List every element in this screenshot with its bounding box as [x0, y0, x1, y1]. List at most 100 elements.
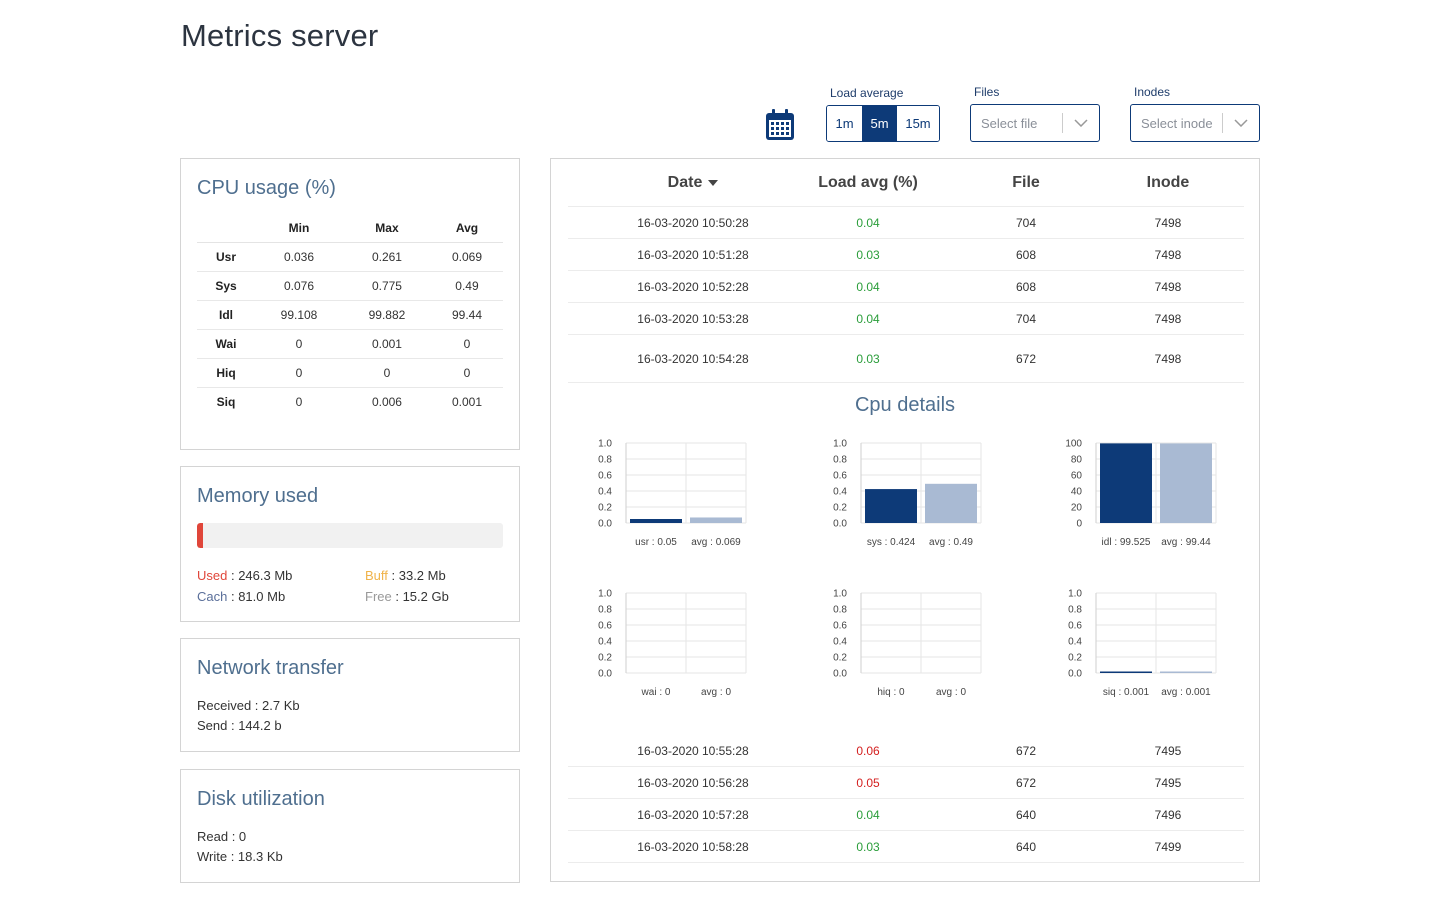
- y-tick-label: 1.0: [833, 439, 847, 450]
- table-row[interactable]: 16-03-2020 10:53:28 0.04 704 7498: [568, 303, 1244, 335]
- avg-cell: 0.49: [430, 271, 503, 301]
- used-value: 246.3 Mb: [238, 568, 293, 583]
- y-tick-label: 0.8: [598, 605, 612, 616]
- inode-cell: 7498: [1154, 351, 1182, 366]
- chevron-down-icon: [1223, 119, 1259, 127]
- file-column-header[interactable]: File: [951, 159, 1101, 207]
- y-tick-label: 0.6: [1068, 621, 1082, 632]
- y-tick-label: 1.0: [598, 439, 612, 450]
- inode-cell: 7495: [1154, 743, 1182, 758]
- y-tick-label: 80: [1071, 455, 1083, 466]
- metrics-table-panel: Date Load avg (%) File Inode 16-03-2020 …: [550, 158, 1260, 882]
- bar-label: sys : 0.424: [867, 537, 916, 547]
- y-tick-label: 0.2: [833, 653, 847, 664]
- bar-label: siq : 0.001: [1103, 687, 1150, 697]
- max-cell: 0.775: [342, 271, 431, 301]
- y-tick-label: 1.0: [1068, 589, 1082, 600]
- max-cell: 0: [342, 358, 431, 388]
- inode-cell: 7495: [1154, 775, 1182, 790]
- y-tick-label: 0.8: [598, 455, 612, 466]
- y-tick-label: 0.6: [598, 471, 612, 482]
- table-header: Date Load avg (%) File Inode: [568, 159, 1244, 207]
- chevron-down-icon: [1063, 119, 1099, 127]
- load-cell: 0.03: [856, 351, 880, 366]
- table-row: Idl 99.108 99.882 99.44: [197, 300, 503, 330]
- network-received: Received : 2.7 Kb: [197, 698, 300, 713]
- table-row[interactable]: 16-03-2020 10:58:28 0.03 640 7499: [568, 831, 1244, 863]
- table-row: Hiq 0 0 0: [197, 358, 503, 388]
- row-header: Hiq: [197, 358, 255, 388]
- load-cell: 0.06: [856, 743, 880, 758]
- y-tick-label: 0.4: [598, 637, 612, 648]
- file-cell: 672: [1015, 775, 1037, 790]
- max-cell: 0.261: [342, 242, 431, 272]
- y-tick-label: 0.8: [1068, 605, 1082, 616]
- date-header-label: Date: [667, 174, 703, 191]
- current-value-bar: [1100, 671, 1152, 673]
- memory-free: Free : 15.2 Gb: [365, 589, 449, 604]
- file-cell: 704: [1015, 311, 1037, 326]
- inode-select[interactable]: Select inode: [1130, 104, 1260, 142]
- average-value-bar: [690, 517, 742, 523]
- inode-cell: 7498: [1154, 279, 1182, 294]
- y-tick-label: 40: [1071, 487, 1083, 498]
- y-tick-label: 0.4: [1068, 637, 1082, 648]
- y-tick-label: 0.4: [833, 487, 847, 498]
- current-value-bar: [630, 519, 682, 523]
- min-header: Min: [255, 215, 343, 243]
- table-row[interactable]: 16-03-2020 10:55:28 0.06 672 7495: [568, 735, 1244, 767]
- page-title: Metrics server: [181, 18, 379, 53]
- y-tick-label: 1.0: [833, 589, 847, 600]
- y-tick-label: 100: [1065, 439, 1082, 450]
- load-column-header[interactable]: Load avg (%): [768, 159, 968, 207]
- used-label: Used: [197, 568, 228, 583]
- table-row[interactable]: 16-03-2020 10:51:28 0.03 608 7498: [568, 239, 1244, 271]
- y-tick-label: 0.6: [598, 621, 612, 632]
- load-cell: 0.03: [856, 839, 880, 854]
- load-cell: 0.05: [856, 775, 880, 790]
- table-row: Usr 0.036 0.261 0.069: [197, 242, 503, 272]
- min-cell: 0: [295, 394, 303, 409]
- buff-value: 33.2 Mb: [398, 568, 446, 583]
- inode-cell: 7498: [1154, 311, 1182, 326]
- inode-column-header[interactable]: Inode: [1093, 159, 1243, 207]
- y-tick-label: 0.4: [598, 487, 612, 498]
- avg-cell: 0: [430, 358, 503, 388]
- table-row: Siq 0 0.006 0.001: [197, 387, 503, 416]
- load-cell: 0.04: [856, 215, 880, 230]
- y-tick-label: 0.6: [833, 621, 847, 632]
- row-header: Usr: [197, 242, 255, 272]
- load-15m-button[interactable]: 15m: [897, 106, 939, 141]
- current-value-bar: [1100, 443, 1152, 523]
- y-tick-label: 20: [1071, 503, 1083, 514]
- load-5m-button[interactable]: 5m: [862, 106, 897, 141]
- min-cell: 99.108: [255, 300, 343, 330]
- table-row[interactable]: 16-03-2020 10:56:28 0.05 672 7495: [568, 767, 1244, 799]
- y-tick-label: 1.0: [598, 589, 612, 600]
- inode-cell: 7499: [1154, 839, 1182, 854]
- table-row[interactable]: 16-03-2020 10:50:28 0.04 704 7498: [568, 207, 1244, 239]
- load-1m-button[interactable]: 1m: [827, 106, 862, 141]
- file-cell: 672: [1015, 351, 1037, 366]
- file-cell: 672: [1015, 743, 1037, 758]
- avg-cell: 0.001: [451, 394, 482, 409]
- network-send: Send : 144.2 b: [197, 718, 282, 733]
- calendar-icon[interactable]: [764, 108, 796, 142]
- avg-cell: 0.069: [430, 242, 503, 272]
- file-select[interactable]: Select file: [970, 104, 1100, 142]
- table-row[interactable]: 16-03-2020 10:57:28 0.04 640 7496: [568, 799, 1244, 831]
- cach-label: Cach: [197, 589, 228, 604]
- load-average-toggle: 1m 5m 15m: [826, 105, 940, 142]
- table-row[interactable]: 16-03-2020 10:54:28 0.03 672 7498: [568, 335, 1244, 383]
- cpu-detail-chart: 1.0 0.8 0.6 0.4 0.2 0.0 siq : 0.001 avg : 0.001: [1068, 589, 1217, 697]
- load-cell: 0.03: [856, 247, 880, 262]
- network-panel: Network transfer Received : 2.7 Kb Send …: [180, 638, 520, 752]
- average-value-bar: [925, 483, 977, 523]
- y-tick-label: 0.8: [833, 455, 847, 466]
- disk-title: Disk utilization: [197, 788, 325, 810]
- cpu-detail-chart: 1.0 0.8 0.6 0.4 0.2 0.0 sys : 0.424 avg : 0.49: [833, 439, 982, 547]
- inode-cell: 7498: [1154, 247, 1182, 262]
- table-row[interactable]: 16-03-2020 10:52:28 0.04 608 7498: [568, 271, 1244, 303]
- file-cell: 704: [1015, 215, 1037, 230]
- bar-label: usr : 0.05: [635, 537, 677, 547]
